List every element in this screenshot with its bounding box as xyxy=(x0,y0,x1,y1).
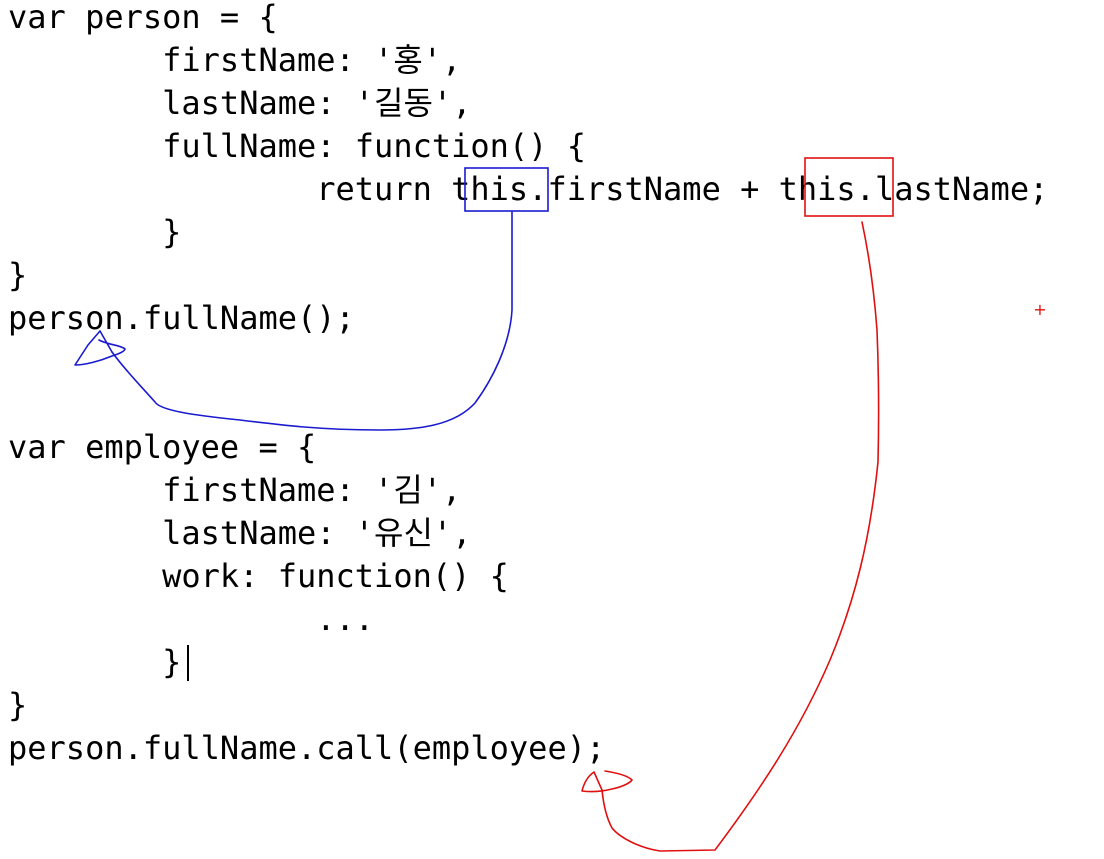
code-editor[interactable]: var person = { firstName: '홍', lastName:… xyxy=(0,0,1104,859)
code-line-13: lastName: '유신', xyxy=(8,514,472,552)
code-line-8: person.fullName(); xyxy=(8,299,355,337)
code-line-5: return this.firstName + this.lastName; xyxy=(8,170,1049,208)
code-line-6: } xyxy=(8,213,182,251)
code-line-4: fullName: function() { xyxy=(8,127,586,165)
code-line-11: var employee = { xyxy=(8,428,317,466)
code-line-2: firstName: '홍', xyxy=(8,41,462,79)
red-arrow-stroke xyxy=(601,221,880,852)
code-line-1: var person = { xyxy=(8,0,278,36)
code-line-17: } xyxy=(8,686,28,724)
text-caret xyxy=(187,645,189,681)
code-line-15: ... xyxy=(8,600,375,638)
pen-cursor-icon: + xyxy=(1033,300,1046,319)
code-line-18: person.fullName.call(employee); xyxy=(8,729,606,767)
red-arrowhead xyxy=(581,770,633,793)
code-line-16: } xyxy=(8,643,182,681)
code-line-7: } xyxy=(8,256,28,294)
code-line-3: lastName: '길동', xyxy=(8,84,472,122)
code-line-12: firstName: '김', xyxy=(8,471,462,509)
code-line-14: work: function() { xyxy=(8,557,509,595)
